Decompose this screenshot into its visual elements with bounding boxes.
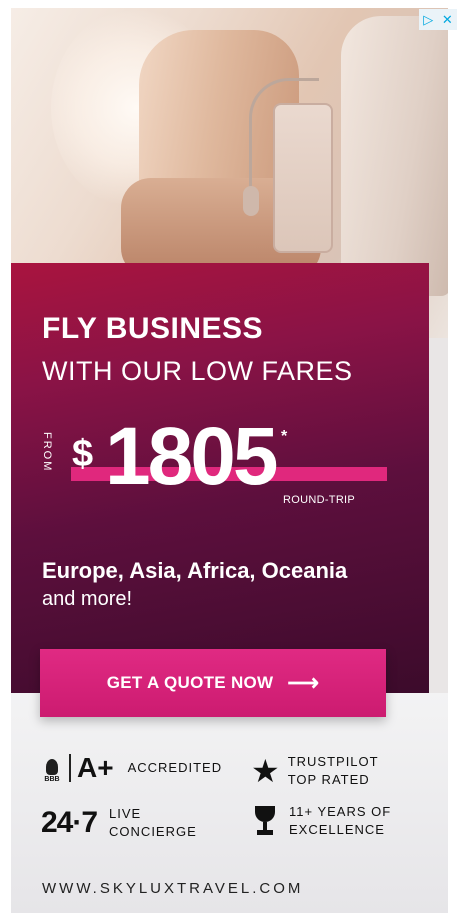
ad-banner[interactable]: BBB A+ ACCREDITED ★ TRUSTPILOT TOP RATED…: [11, 8, 448, 913]
concierge-badge: 24·7 LIVE CONCIERGE: [41, 805, 197, 840]
website-url[interactable]: WWW.SKYLUXTRAVEL.COM: [42, 880, 303, 897]
adchoices-bar[interactable]: ▷ ✕: [419, 9, 457, 30]
price-asterisk: *: [281, 428, 288, 445]
headphone-cable: [249, 78, 319, 198]
trustpilot-badge: ★ TRUSTPILOT TOP RATED: [251, 753, 379, 788]
trophy-icon: [251, 804, 279, 838]
years-badge: 11+ YEARS OF EXCELLENCE: [251, 803, 391, 838]
badge-divider: [69, 754, 71, 782]
headphone-icon: [243, 186, 259, 216]
destinations-more: and more!: [42, 588, 133, 610]
support-mark: 24·7: [41, 805, 98, 839]
bbb-icon: BBB: [41, 753, 63, 783]
round-trip-label: ROUND-TRIP: [283, 494, 356, 506]
cta-label: GET A QUOTE NOW: [106, 673, 274, 692]
support-line1: LIVE: [109, 806, 142, 821]
bbb-badge: BBB A+ ACCREDITED: [41, 752, 223, 784]
years-line2: EXCELLENCE: [289, 821, 385, 837]
headline-sub: WITH OUR LOW FARES: [42, 356, 353, 386]
trustpilot-line2: TOP RATED: [287, 771, 370, 787]
adchoices-icon[interactable]: ▷: [423, 12, 433, 28]
destinations: Europe, Asia, Africa, Oceania: [42, 558, 348, 583]
years-line1: 11+ YEARS OF: [289, 804, 392, 819]
support-line2: CONCIERGE: [109, 823, 197, 839]
arrow-right-icon: ⟶: [287, 670, 320, 695]
headline-bold: FLY BUSINESS: [42, 312, 264, 345]
currency-symbol: $: [72, 433, 94, 475]
star-icon: ★: [251, 752, 280, 789]
trustpilot-line1: TRUSTPILOT: [287, 754, 379, 769]
price-value: 1805: [105, 411, 278, 502]
close-icon[interactable]: ✕: [442, 12, 453, 28]
get-quote-button[interactable]: GET A QUOTE NOW ⟶: [40, 649, 386, 717]
from-label: FROM: [41, 432, 53, 473]
bbb-grade: A+: [77, 752, 114, 783]
seat-right: [341, 16, 448, 296]
accredited-label: ACCREDITED: [127, 760, 223, 776]
